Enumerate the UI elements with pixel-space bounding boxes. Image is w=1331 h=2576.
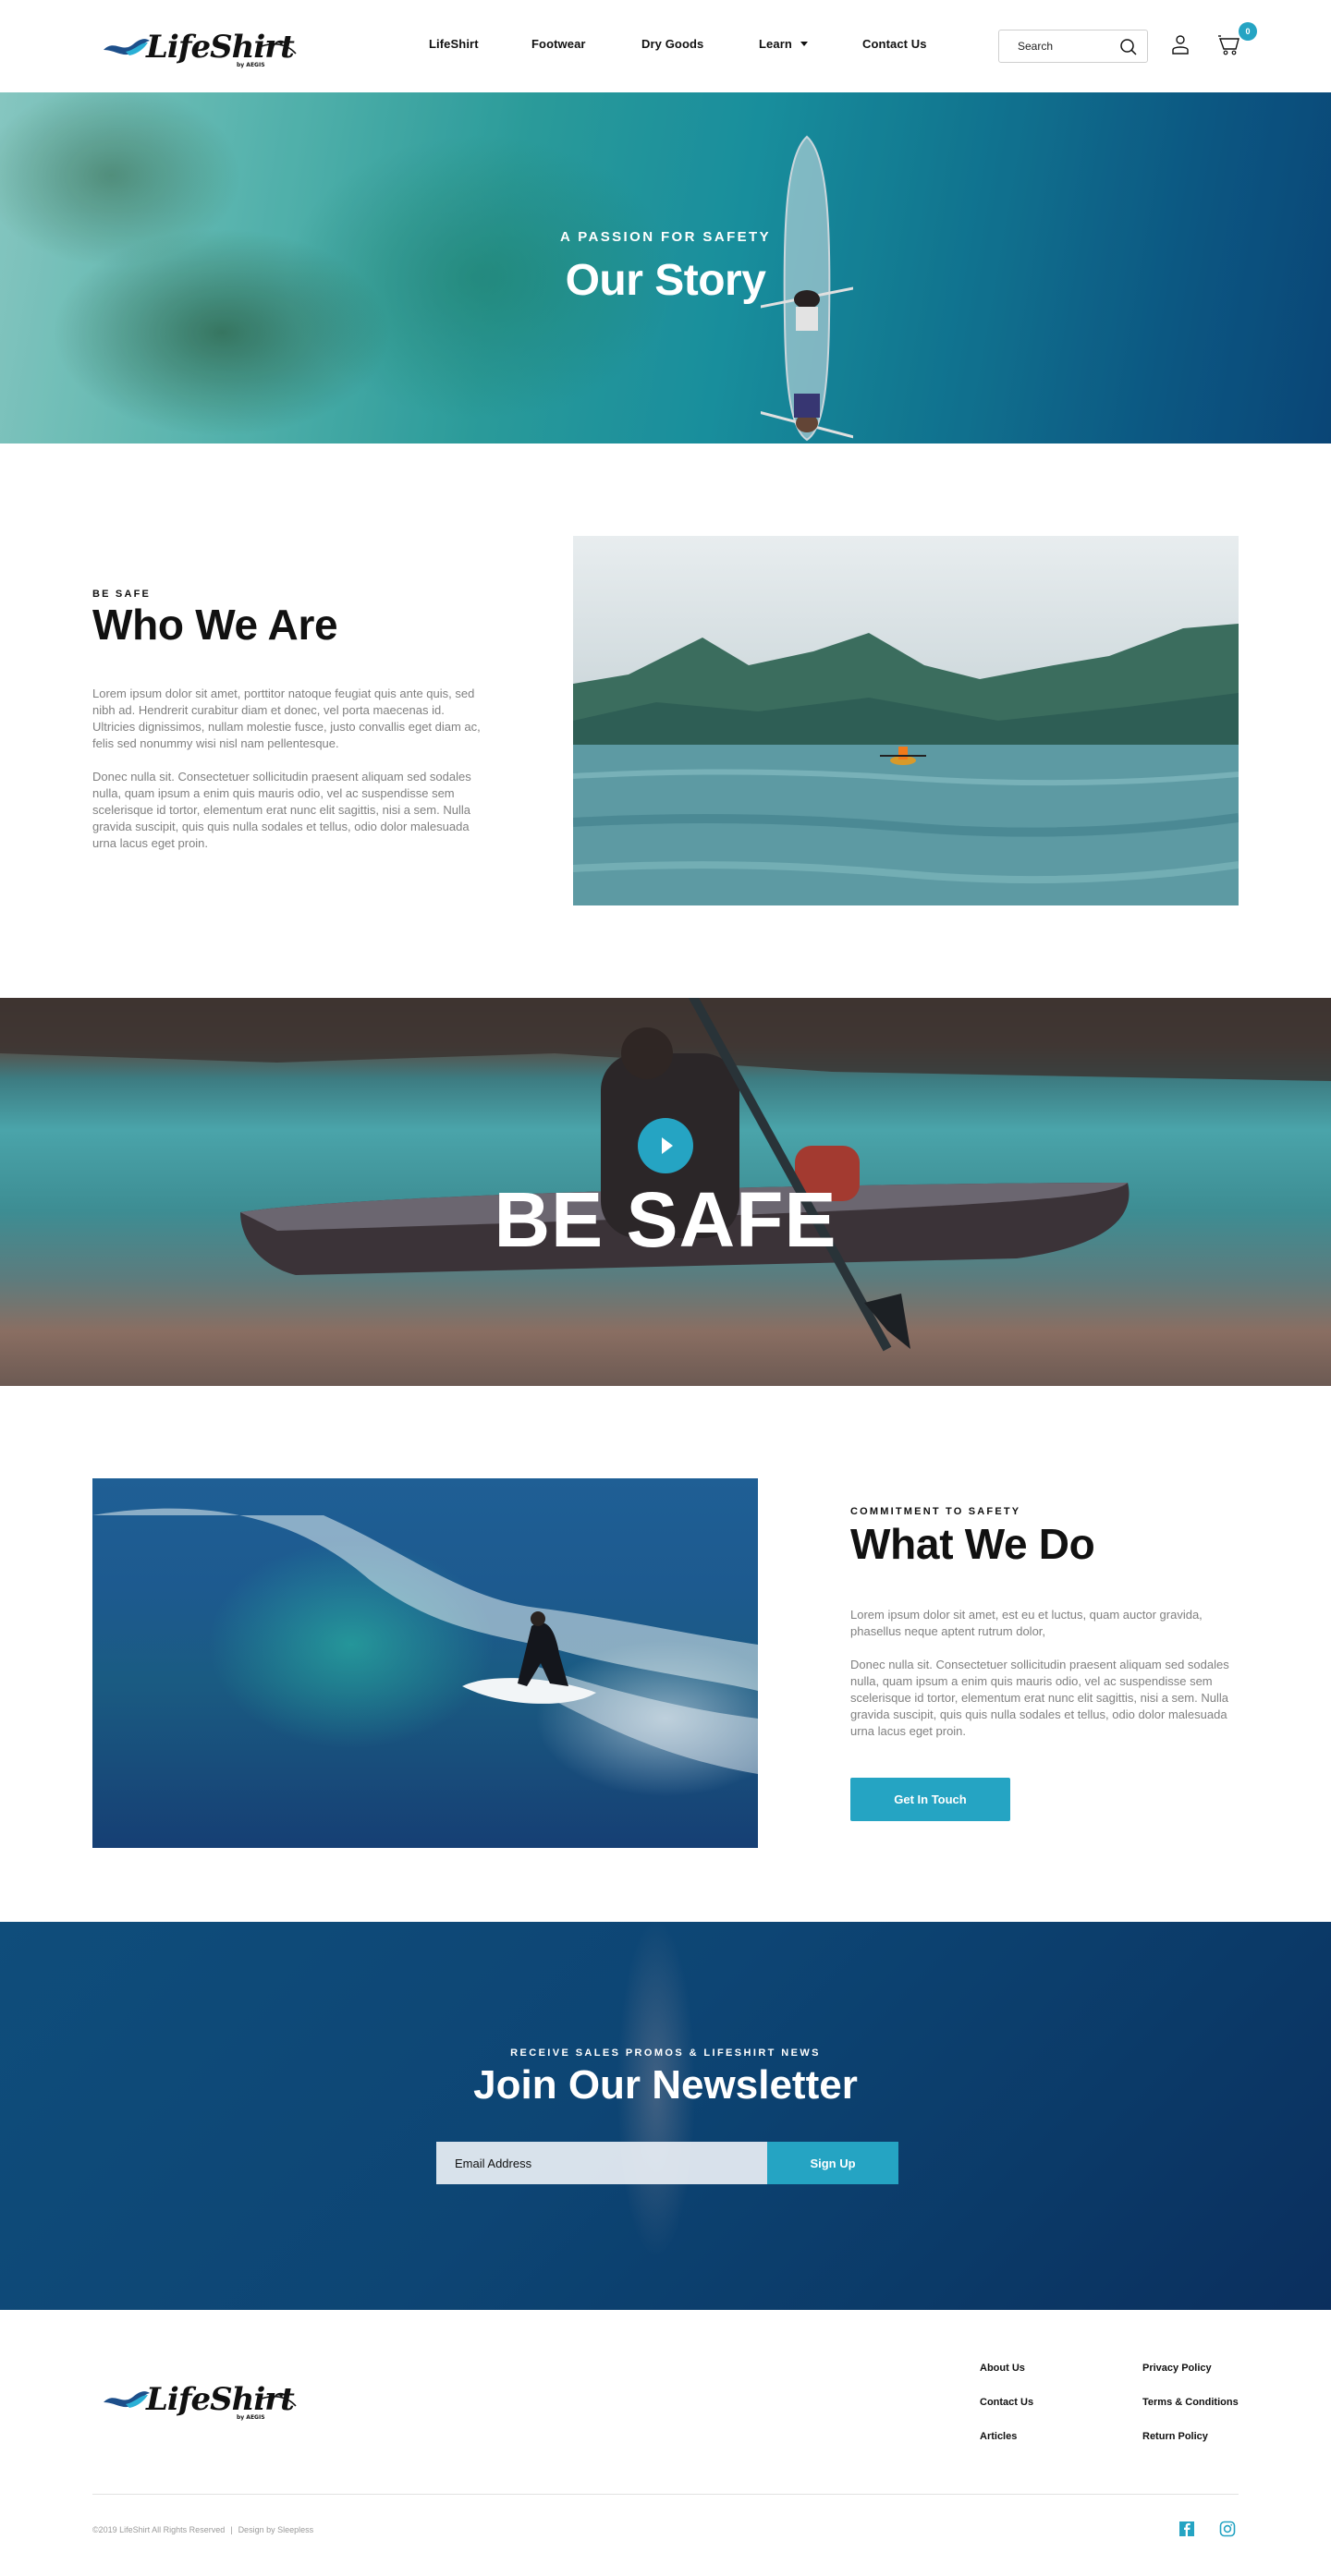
who-image-mountain-lake [573, 536, 1239, 905]
facebook-link[interactable] [1178, 2521, 1195, 2537]
footer-brand-logo[interactable]: LifeShirt by AEGIS [98, 2375, 301, 2424]
surfer-illustration [92, 1508, 758, 1774]
sign-up-button[interactable]: Sign Up [767, 2142, 898, 2184]
site-header: LifeShirt by AEGIS LifeShirt Footwear Dr… [0, 0, 1331, 92]
hero-banner: A PASSION FOR SAFETY Our Story [0, 92, 1331, 444]
facebook-icon [1179, 2521, 1194, 2536]
svg-text:by AEGIS: by AEGIS [237, 62, 265, 68]
search-icon[interactable] [1119, 38, 1138, 56]
what-image-surfer [92, 1478, 758, 1848]
who-title: Who We Are [92, 601, 338, 649]
footer-link-privacy-policy[interactable]: Privacy Policy [1142, 2363, 1212, 2374]
nav-contact-us[interactable]: Contact Us [862, 37, 927, 51]
footer-link-terms-conditions[interactable]: Terms & Conditions [1142, 2397, 1239, 2408]
brand-logo[interactable]: LifeShirt by AEGIS [98, 22, 301, 72]
mountain-lake-illustration [573, 624, 1239, 905]
footer-link-articles[interactable]: Articles [980, 2431, 1017, 2442]
nav-footwear[interactable]: Footwear [531, 37, 586, 51]
get-in-touch-button[interactable]: Get In Touch [850, 1778, 1010, 1821]
what-title: What We Do [850, 1520, 1095, 1568]
lifeshirt-logo-icon: LifeShirt by AEGIS [104, 29, 297, 68]
chevron-down-icon [800, 42, 808, 46]
what-eyebrow: COMMITMENT TO SAFETY [850, 1506, 1021, 1517]
footer-divider [92, 2494, 1239, 2495]
user-icon[interactable] [1170, 33, 1191, 57]
copyright-text: ©2019 LifeShirt All Rights Reserved [92, 2525, 226, 2534]
newsletter-section: RECEIVE SALES PROMOS & LIFESHIRT NEWS Jo… [0, 1922, 1331, 2310]
footer-link-contact-us[interactable]: Contact Us [980, 2397, 1033, 2408]
email-field[interactable] [436, 2142, 767, 2184]
nav-dry-goods[interactable]: Dry Goods [641, 37, 703, 51]
cart-count-badge: 0 [1239, 22, 1257, 41]
who-eyebrow: BE SAFE [92, 589, 152, 600]
footer-link-return-policy[interactable]: Return Policy [1142, 2431, 1208, 2442]
search-box [998, 30, 1148, 63]
hero-title: Our Story [565, 256, 766, 305]
newsletter-form: Sign Up [436, 2142, 898, 2184]
newsletter-eyebrow: RECEIVE SALES PROMOS & LIFESHIRT NEWS [510, 2047, 821, 2059]
who-paragraph-1: Lorem ipsum dolor sit amet, porttitor na… [92, 687, 481, 750]
lifeshirt-logo-icon: LifeShirt by AEGIS [104, 2381, 297, 2421]
search-input[interactable] [999, 30, 1110, 62]
banner-title: BE SAFE [494, 1176, 837, 1263]
design-credit-link[interactable]: Design by Sleepless [238, 2525, 314, 2534]
instagram-link[interactable] [1219, 2521, 1236, 2537]
what-paragraph-2: Donec nulla sit. Consectetuer sollicitud… [850, 1658, 1229, 1738]
nav-learn[interactable]: Learn [759, 37, 808, 51]
newsletter-title: Join Our Newsletter [473, 2062, 858, 2108]
who-paragraph-2: Donec nulla sit. Consectetuer sollicitud… [92, 770, 471, 850]
what-paragraph-1: Lorem ipsum dolor sit amet, est eu et lu… [850, 1608, 1203, 1638]
hero-eyebrow: A PASSION FOR SAFETY [559, 229, 771, 245]
instagram-icon [1219, 2521, 1236, 2537]
svg-text:LifeShirt: LifeShirt [145, 29, 295, 66]
copyright-line: ©2019 LifeShirt All Rights Reserved | Desi… [92, 2525, 313, 2534]
play-video-button[interactable] [638, 1118, 693, 1173]
nav-learn-label: Learn [759, 37, 792, 51]
svg-text:by AEGIS: by AEGIS [237, 2414, 265, 2421]
be-safe-video-banner: BE SAFE [0, 998, 1331, 1386]
svg-text:LifeShirt: LifeShirt [145, 2381, 295, 2418]
footer-link-about-us[interactable]: About Us [980, 2363, 1025, 2374]
copyright-separator: | [230, 2525, 233, 2534]
nav-lifeshirt[interactable]: LifeShirt [429, 37, 479, 51]
